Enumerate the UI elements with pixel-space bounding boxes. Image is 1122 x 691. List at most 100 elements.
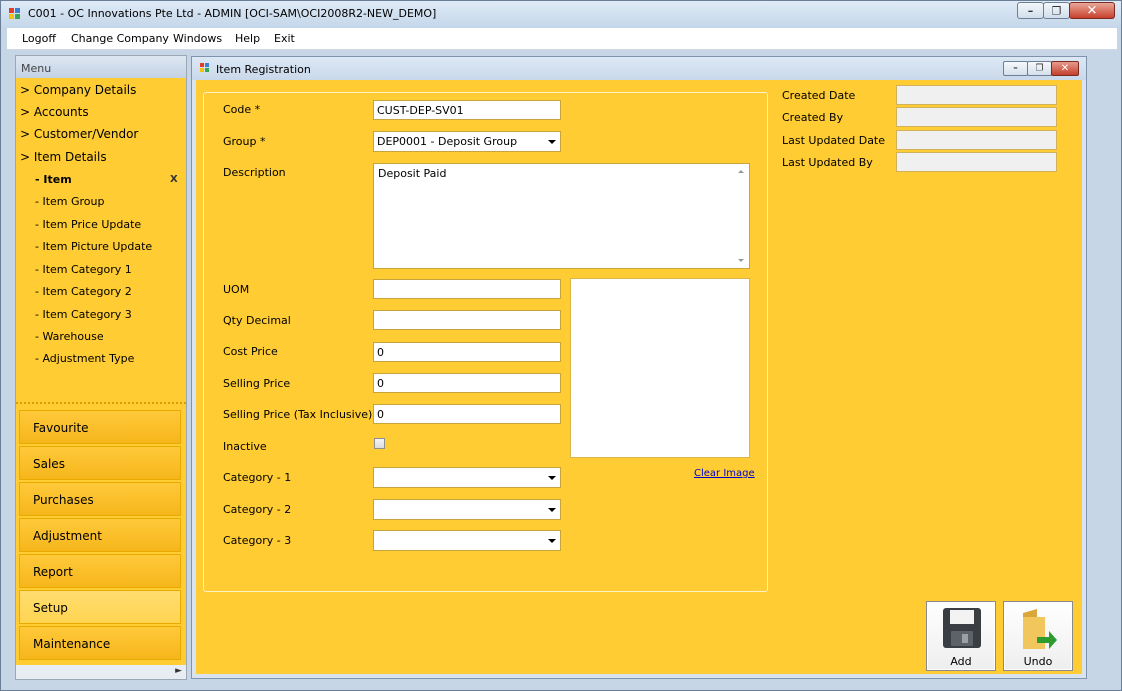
tree-item-picture-update[interactable]: - Item Picture Update bbox=[35, 240, 152, 253]
close-icon: ✕ bbox=[1060, 62, 1070, 74]
app-icon bbox=[9, 8, 21, 20]
child-window-icon bbox=[200, 63, 210, 73]
menu-help[interactable]: Help bbox=[235, 32, 260, 45]
category-1-select[interactable] bbox=[373, 467, 561, 488]
category-3-select[interactable] bbox=[373, 530, 561, 551]
group-select[interactable]: DEP0001 - Deposit Group bbox=[373, 131, 561, 152]
nav-maintenance-label: Maintenance bbox=[33, 637, 111, 651]
category-2-select[interactable] bbox=[373, 499, 561, 520]
tree-item-category-3[interactable]: - Item Category 3 bbox=[35, 308, 132, 321]
menu-change-company[interactable]: Change Company bbox=[71, 32, 169, 45]
selling-price-input[interactable]: 0 bbox=[373, 373, 561, 393]
tree-item-group[interactable]: - Item Group bbox=[35, 195, 105, 208]
child-maximize-button[interactable]: ❐ bbox=[1027, 61, 1052, 76]
menu-exit[interactable]: Exit bbox=[274, 32, 295, 45]
tree-customer-vendor[interactable]: > Customer/Vendor bbox=[20, 127, 138, 141]
tree-item-price-update[interactable]: - Item Price Update bbox=[35, 218, 141, 231]
cost-price-input[interactable]: 0 bbox=[373, 342, 561, 362]
created-date-field bbox=[896, 85, 1057, 105]
nav-setup-label: Setup bbox=[33, 601, 68, 615]
selling-price-tax-input[interactable]: 0 bbox=[373, 404, 561, 424]
tree-item-category-1[interactable]: - Item Category 1 bbox=[35, 263, 132, 276]
item-picture-box[interactable] bbox=[570, 278, 750, 458]
child-close-button[interactable]: ✕ bbox=[1051, 61, 1079, 76]
nav-report-label: Report bbox=[33, 565, 73, 579]
menu-tree: > Company Details > Accounts > Customer/… bbox=[16, 78, 186, 400]
category-1-label: Category - 1 bbox=[223, 471, 292, 484]
nav-setup[interactable]: Setup bbox=[19, 590, 181, 624]
undo-folder-icon bbox=[1023, 609, 1057, 649]
group-label: Group * bbox=[223, 135, 266, 148]
tree-item[interactable]: - Item bbox=[35, 173, 72, 186]
add-button-label: Add bbox=[950, 655, 972, 668]
window-title: C001 - OC Innovations Pte Ltd - ADMIN [O… bbox=[28, 7, 437, 20]
nav-favourite-label: Favourite bbox=[33, 421, 89, 435]
close-button[interactable]: ✕ bbox=[1069, 2, 1115, 19]
chevron-down-icon bbox=[548, 508, 556, 512]
close-icon: ✕ bbox=[1086, 3, 1098, 18]
menu-bar: Logoff Change Company Windows Help Exit bbox=[7, 28, 1117, 50]
description-value: Deposit Paid bbox=[378, 167, 447, 180]
tree-company-details[interactable]: > Company Details bbox=[20, 83, 136, 97]
nav-purchases-label: Purchases bbox=[33, 493, 94, 507]
main-window: C001 - OC Innovations Pte Ltd - ADMIN [O… bbox=[0, 0, 1122, 691]
uom-input[interactable] bbox=[373, 279, 561, 299]
chevron-down-icon bbox=[548, 476, 556, 480]
last-updated-by-label: Last Updated By bbox=[782, 156, 873, 169]
scroll-down-icon bbox=[738, 259, 744, 262]
undo-button[interactable]: Undo bbox=[1003, 601, 1073, 671]
nav-sales[interactable]: Sales bbox=[19, 446, 181, 480]
created-by-label: Created By bbox=[782, 111, 844, 124]
nav-maintenance[interactable]: Maintenance bbox=[19, 626, 181, 660]
sidebar-header: Menu bbox=[16, 56, 186, 78]
tree-adjustment-type[interactable]: - Adjustment Type bbox=[35, 352, 134, 365]
inactive-label: Inactive bbox=[223, 440, 267, 453]
clear-image-link[interactable]: Clear Image bbox=[694, 468, 755, 479]
minimize-button[interactable]: – bbox=[1017, 2, 1044, 19]
sidebar: Menu > Company Details > Accounts > Cust… bbox=[15, 55, 187, 680]
chevron-down-icon bbox=[548, 539, 556, 543]
restore-icon: ❐ bbox=[1051, 4, 1062, 17]
add-button[interactable]: Add bbox=[926, 601, 996, 671]
description-label: Description bbox=[223, 166, 286, 179]
nav-adjustment-label: Adjustment bbox=[33, 529, 102, 543]
last-updated-date-field bbox=[896, 130, 1057, 150]
nav-sales-label: Sales bbox=[33, 457, 65, 471]
child-title-bar: Item Registration – ❐ ✕ bbox=[192, 57, 1086, 80]
tree-item-category-2[interactable]: - Item Category 2 bbox=[35, 285, 132, 298]
close-tab-icon[interactable]: X bbox=[170, 174, 178, 185]
nav-favourite[interactable]: Favourite bbox=[19, 410, 181, 444]
last-updated-date-label: Last Updated Date bbox=[782, 134, 886, 147]
description-textarea[interactable]: Deposit Paid bbox=[373, 163, 750, 269]
panel-splitter[interactable] bbox=[16, 402, 186, 410]
category-2-label: Category - 2 bbox=[223, 503, 292, 516]
sidebar-title: Menu bbox=[21, 62, 52, 75]
uom-label: UOM bbox=[223, 283, 250, 296]
item-details-group: Code * CUST-DEP-SV01 Group * DEP0001 - D… bbox=[203, 92, 768, 592]
cost-price-label: Cost Price bbox=[223, 345, 278, 358]
nav-adjustment[interactable]: Adjustment bbox=[19, 518, 181, 552]
tree-item-details[interactable]: > Item Details bbox=[20, 150, 107, 164]
menu-logoff[interactable]: Logoff bbox=[22, 32, 56, 45]
title-bar: C001 - OC Innovations Pte Ltd - ADMIN [O… bbox=[1, 1, 1121, 27]
tree-accounts[interactable]: > Accounts bbox=[20, 105, 89, 119]
child-minimize-button[interactable]: – bbox=[1003, 61, 1028, 76]
scroll-right-icon[interactable]: ► bbox=[175, 666, 182, 676]
created-by-field bbox=[896, 107, 1057, 127]
qty-decimal-input[interactable] bbox=[373, 310, 561, 330]
description-scrollbar[interactable] bbox=[733, 164, 749, 268]
code-input[interactable]: CUST-DEP-SV01 bbox=[373, 100, 561, 120]
nav-report[interactable]: Report bbox=[19, 554, 181, 588]
chevron-down-icon bbox=[548, 140, 556, 144]
tree-warehouse[interactable]: - Warehouse bbox=[35, 330, 104, 343]
selling-price-label: Selling Price bbox=[223, 377, 291, 390]
restore-icon: ❐ bbox=[1035, 63, 1044, 73]
maximize-button[interactable]: ❐ bbox=[1043, 2, 1070, 19]
qty-decimal-label: Qty Decimal bbox=[223, 314, 291, 327]
child-window-title: Item Registration bbox=[216, 63, 311, 76]
menu-windows[interactable]: Windows bbox=[173, 32, 222, 45]
nav-purchases[interactable]: Purchases bbox=[19, 482, 181, 516]
sidebar-scrollbar[interactable]: ► bbox=[16, 665, 186, 679]
form-area: Code * CUST-DEP-SV01 Group * DEP0001 - D… bbox=[196, 80, 1082, 674]
inactive-checkbox[interactable] bbox=[374, 438, 385, 449]
